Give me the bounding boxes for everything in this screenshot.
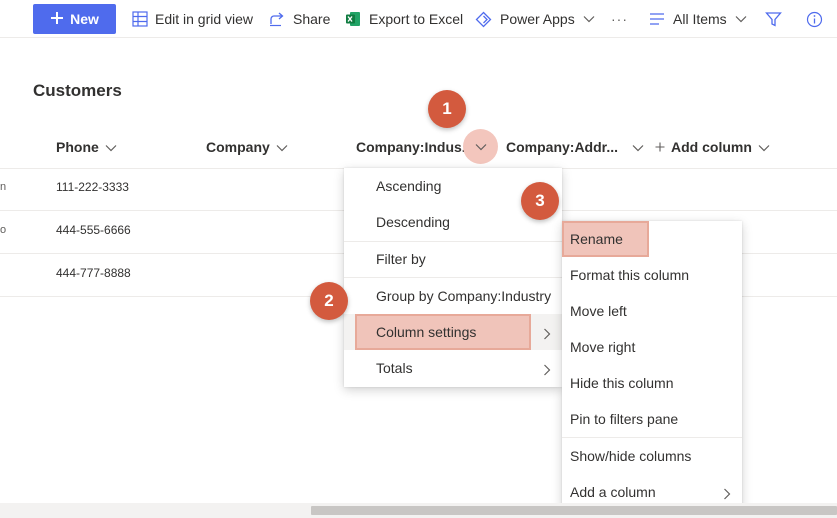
add-column-label: Add column — [671, 139, 752, 155]
menu-item-show-hide-columns[interactable]: Show/hide columns — [562, 438, 742, 474]
menu-item-move-left[interactable]: Move left — [562, 293, 742, 329]
cell-phone: 111-222-3333 — [56, 180, 129, 194]
menu-item-label: Totals — [376, 360, 413, 376]
chevron-right-icon — [543, 363, 551, 379]
power-apps-button[interactable]: Power Apps — [475, 4, 595, 34]
chevron-down-icon — [475, 138, 487, 156]
menu-item-label: Hide this column — [570, 375, 674, 391]
export-to-excel-label: Export to Excel — [369, 11, 464, 27]
page-title: Customers — [33, 81, 122, 100]
step-badge-1: 1 — [428, 90, 466, 128]
power-apps-label: Power Apps — [500, 11, 575, 27]
chevron-down-icon — [632, 139, 644, 155]
plus-icon — [655, 139, 665, 155]
more-label: ··· — [611, 11, 628, 27]
list-view-icon — [649, 12, 665, 26]
new-label: New — [70, 11, 99, 27]
menu-item-column-settings[interactable]: Column settings — [344, 314, 562, 350]
grid-icon — [132, 11, 148, 27]
more-options-button[interactable]: ··· — [611, 4, 628, 34]
menu-item-format-column[interactable]: Format this column — [562, 257, 742, 293]
menu-item-label: Add a column — [570, 484, 656, 500]
menu-item-filter-by[interactable]: Filter by — [344, 241, 562, 277]
info-icon — [806, 11, 823, 28]
chevron-down-icon — [735, 15, 747, 23]
edit-grid-view-label: Edit in grid view — [155, 11, 254, 27]
chevron-down-icon — [105, 139, 117, 155]
menu-item-label: Ascending — [376, 178, 442, 194]
column-dropdown-button[interactable] — [463, 129, 498, 164]
column-header-company-industry[interactable]: Company:Indus... — [356, 136, 473, 158]
horizontal-scrollbar[interactable] — [0, 503, 837, 518]
plus-icon — [50, 11, 64, 28]
chevron-down-icon — [758, 139, 770, 155]
menu-item-label: Descending — [376, 214, 450, 230]
column-label: Company — [206, 139, 270, 155]
command-bar: New Edit in grid view Share Export to Ex… — [0, 0, 837, 38]
menu-item-label: Pin to filters pane — [570, 411, 679, 427]
menu-item-label: Group by Company:Industry — [376, 288, 552, 304]
scrollbar-thumb[interactable] — [311, 506, 837, 515]
cell-phone: 444-555-6666 — [56, 223, 131, 237]
share-button[interactable]: Share — [269, 4, 330, 34]
menu-item-pin-filters[interactable]: Pin to filters pane — [562, 401, 742, 437]
menu-item-hide-column[interactable]: Hide this column — [562, 365, 742, 401]
step-badge-3: 3 — [521, 182, 559, 220]
view-label: All Items — [673, 11, 727, 27]
column-header-company[interactable]: Company — [206, 136, 288, 158]
share-icon — [269, 11, 286, 27]
menu-item-totals[interactable]: Totals — [344, 350, 562, 386]
share-label: Share — [293, 11, 331, 27]
menu-item-move-right[interactable]: Move right — [562, 329, 742, 365]
chevron-down-icon — [276, 139, 288, 155]
excel-icon — [345, 11, 361, 27]
menu-item-label: Move right — [570, 339, 636, 355]
edit-grid-view-button[interactable]: Edit in grid view — [132, 4, 253, 34]
menu-item-label: Show/hide columns — [570, 448, 692, 464]
menu-item-label: Filter by — [376, 251, 426, 267]
power-apps-icon — [475, 11, 492, 28]
column-settings-submenu: Rename Format this column Move left Move… — [562, 221, 742, 510]
chevron-down-icon — [583, 15, 595, 23]
cell-phone: 444-777-8888 — [56, 266, 131, 280]
menu-item-label: Format this column — [570, 267, 690, 283]
menu-item-group-by[interactable]: Group by Company:Industry — [344, 278, 562, 314]
new-button[interactable]: New — [33, 4, 116, 34]
menu-item-rename[interactable]: Rename — [562, 221, 742, 257]
filter-icon — [765, 11, 782, 28]
cell-truncated: n — [0, 181, 7, 193]
column-header-company-address[interactable]: Company:Addr... — [506, 136, 644, 158]
menu-item-label: Column settings — [376, 324, 477, 340]
column-label: Company:Indus... — [356, 139, 474, 155]
menu-item-label: Move left — [570, 303, 627, 319]
cell-truncated: o — [0, 224, 7, 236]
chevron-right-icon — [723, 487, 731, 503]
add-column-header[interactable]: Add column — [655, 136, 770, 158]
view-selector[interactable]: All Items — [649, 4, 747, 34]
column-label: Phone — [56, 139, 99, 155]
filter-button[interactable] — [765, 4, 782, 34]
column-header-phone[interactable]: Phone — [56, 136, 117, 158]
step-badge-2: 2 — [310, 282, 348, 320]
menu-item-label: Rename — [570, 231, 623, 247]
export-to-excel-button[interactable]: Export to Excel — [345, 4, 463, 34]
chevron-right-icon — [543, 327, 551, 343]
info-button[interactable] — [806, 4, 823, 34]
column-label: Company:Addr... — [506, 139, 619, 155]
